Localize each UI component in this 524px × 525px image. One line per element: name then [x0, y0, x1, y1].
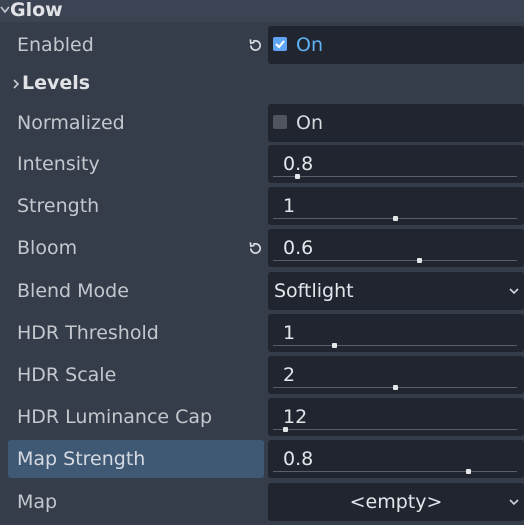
slider-value: 1 [283, 322, 296, 344]
revert-icon[interactable] [248, 241, 263, 256]
property-enabled: Enabled On [0, 26, 524, 68]
map-strength-slider[interactable]: 0.8 [268, 440, 524, 478]
slider-value: 2 [283, 364, 296, 386]
chevron-down-icon[interactable] [508, 497, 520, 507]
slider-grabber[interactable] [295, 174, 301, 179]
resource-value: <empty> [349, 491, 443, 513]
slider-track [273, 429, 517, 430]
slider-grabber[interactable] [466, 469, 472, 474]
slider-grabber[interactable] [283, 427, 289, 432]
blend-mode-dropdown[interactable]: Softlight [268, 272, 524, 310]
property-hdr-scale: HDR Scale 2 [0, 356, 524, 398]
toggle-label: On [296, 34, 323, 56]
slider-value: 1 [283, 195, 296, 217]
slider-track [273, 471, 517, 472]
property-label: Normalized [17, 112, 125, 134]
intensity-slider[interactable]: 0.8 [268, 145, 524, 183]
chevron-down-icon [509, 288, 519, 295]
property-bloom: Bloom 0.6 [0, 229, 524, 271]
hdr-scale-slider[interactable]: 2 [268, 356, 524, 394]
property-blend-mode: Blend Mode Softlight [0, 272, 524, 314]
section-title: Glow [10, 0, 63, 21]
chevron-right-icon [13, 79, 20, 89]
dropdown-value: Softlight [274, 280, 354, 302]
property-map-strength: Map Strength 0.8 [0, 440, 524, 482]
hdr-luminance-cap-slider[interactable]: 12 [268, 398, 524, 436]
property-label: Blend Mode [17, 280, 129, 302]
property-hdr-threshold: HDR Threshold 1 [0, 314, 524, 356]
checkbox-checked-icon [273, 37, 287, 51]
property-label: Intensity [17, 153, 100, 175]
slider-track [273, 260, 517, 261]
property-hdr-luminance-cap: HDR Luminance Cap 12 [0, 398, 524, 440]
property-label: Map [17, 491, 58, 513]
slider-track [273, 345, 517, 346]
property-label: HDR Luminance Cap [17, 406, 213, 428]
property-label: Strength [17, 195, 100, 217]
bloom-slider[interactable]: 0.6 [268, 229, 524, 267]
toggle-label: On [296, 112, 323, 134]
checkbox-unchecked-icon [273, 115, 287, 129]
section-header-glow[interactable]: Glow [0, 0, 524, 22]
revert-icon[interactable] [248, 38, 263, 53]
enabled-toggle[interactable]: On [268, 26, 524, 64]
subsection-levels[interactable]: Levels [0, 64, 524, 104]
strength-slider[interactable]: 1 [268, 187, 524, 225]
map-resource-picker[interactable]: <empty> [268, 483, 524, 521]
property-label: HDR Threshold [17, 322, 159, 344]
slider-track [273, 176, 517, 177]
property-label: Bloom [17, 237, 78, 259]
property-strength: Strength 1 [0, 187, 524, 229]
property-intensity: Intensity 0.8 [0, 145, 524, 187]
property-normalized: Normalized On [0, 104, 524, 146]
slider-grabber[interactable] [393, 385, 398, 390]
property-label: Map Strength [8, 440, 264, 478]
hdr-threshold-slider[interactable]: 1 [268, 314, 524, 352]
slider-grabber[interactable] [393, 216, 398, 221]
slider-grabber[interactable] [332, 343, 337, 348]
property-label: HDR Scale [17, 364, 117, 386]
slider-value: 0.8 [283, 448, 314, 470]
slider-value: 0.6 [283, 237, 314, 259]
normalized-toggle[interactable]: On [268, 104, 524, 142]
subsection-title: Levels [22, 72, 91, 94]
property-label: Enabled [17, 34, 94, 56]
slider-grabber[interactable] [417, 258, 423, 263]
property-map: Map <empty> [0, 483, 524, 525]
